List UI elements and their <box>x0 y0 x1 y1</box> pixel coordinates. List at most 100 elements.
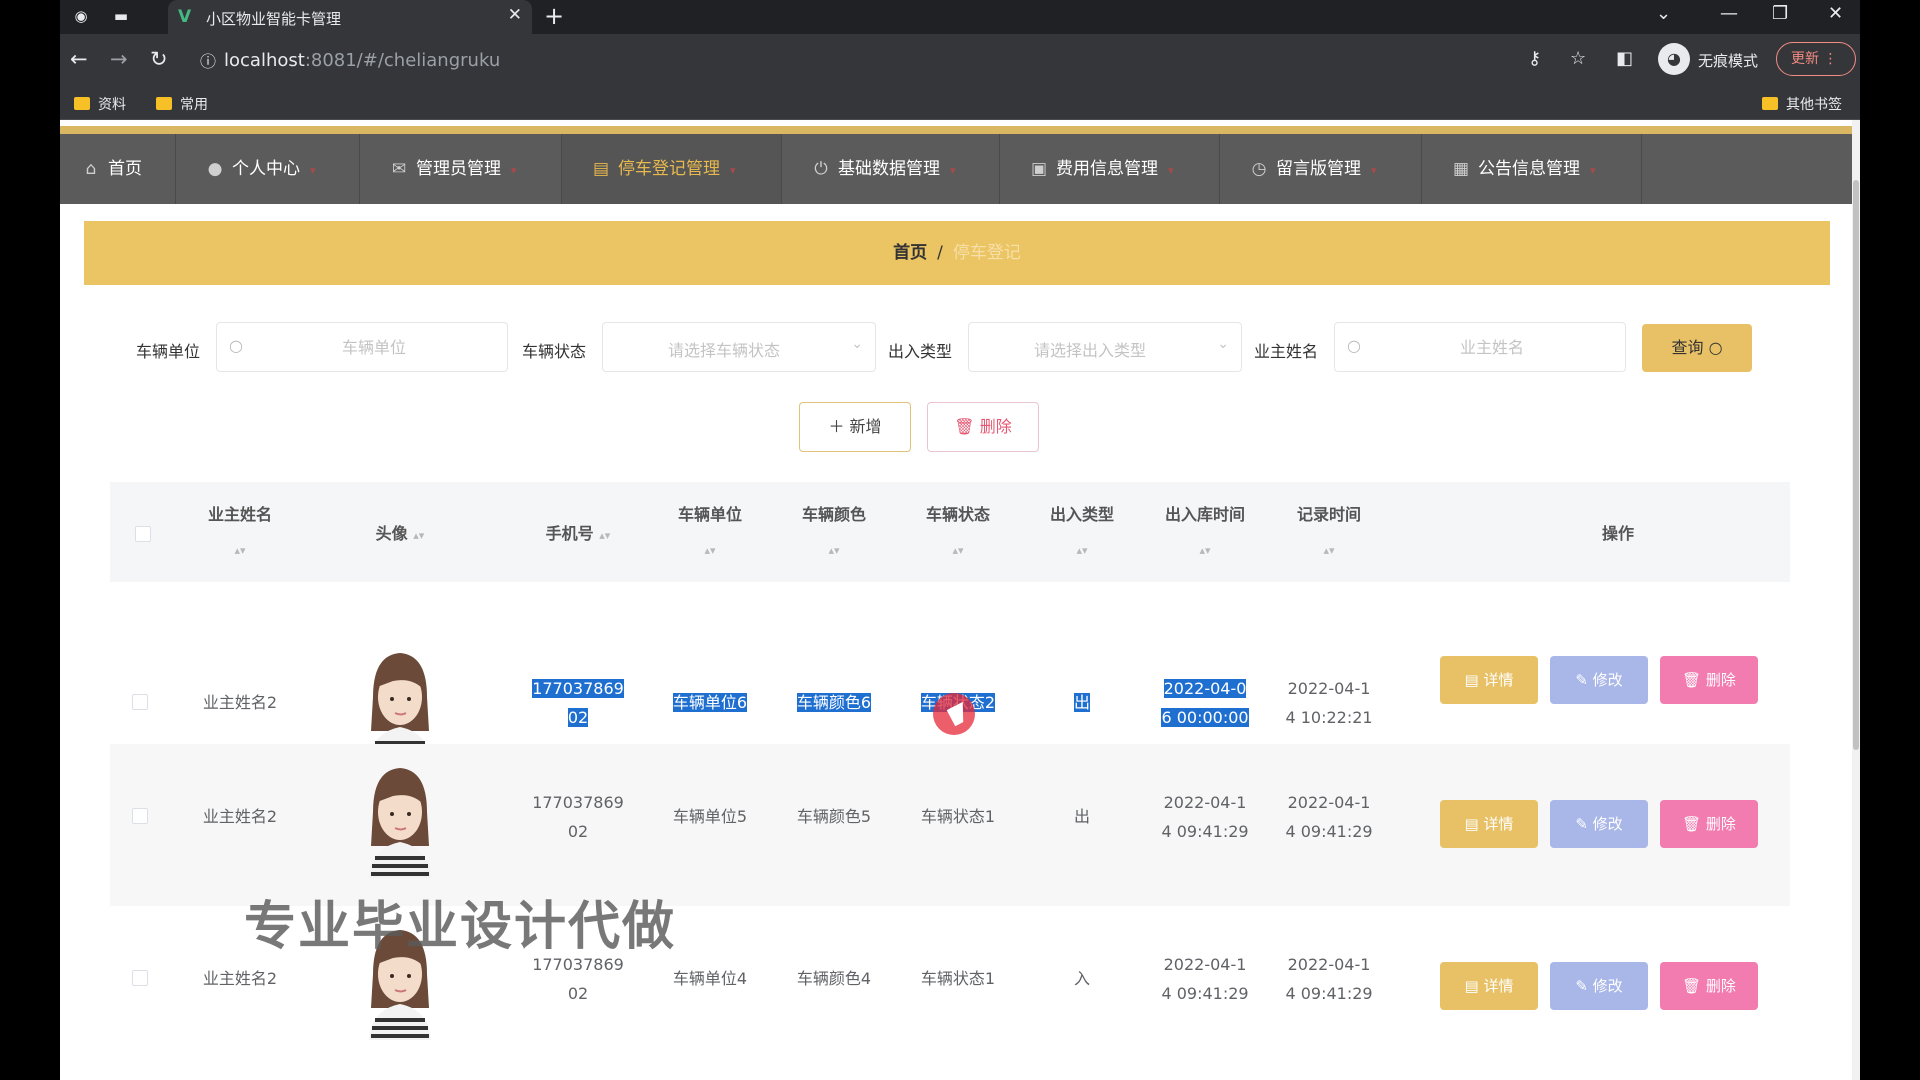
record-time-cell: 2022-04-1 4 09:41:29 <box>1285 793 1373 841</box>
detail-button[interactable]: ▤ 详情 <box>1440 800 1538 848</box>
folder-icon: ▤ <box>592 159 610 179</box>
user-icon: ● <box>207 159 223 179</box>
nav-item-basic-data[interactable]: ⏻ 基础数据管理 ▾ <box>782 134 1000 204</box>
url-text[interactable]: localhost:8081/#/cheliangruku <box>224 50 500 71</box>
window-icon[interactable]: ▬ <box>110 5 132 27</box>
color-cell: 车辆颜色5 <box>796 807 872 826</box>
site-info-icon[interactable]: ⓘ <box>200 48 216 72</box>
io-filter-select[interactable]: 请选择出入类型 ⌄ <box>968 322 1242 372</box>
col-unit[interactable]: 车辆单位 ▴▾ <box>660 498 760 568</box>
mail-icon: ✉ <box>391 159 407 179</box>
nav-item-fees[interactable]: ▣ 费用信息管理 ▾ <box>1000 134 1220 204</box>
vue-logo-icon: V <box>178 7 192 27</box>
col-avatar[interactable]: 头像 ▴▾ <box>340 520 460 544</box>
row-checkbox[interactable] <box>132 694 148 710</box>
owner-cell: 业主姓名2 <box>202 969 278 988</box>
unit-filter-field[interactable]: ○ <box>216 322 508 372</box>
status-cell: 车辆状态1 <box>920 807 996 826</box>
sort-icon[interactable]: ▴▾ <box>952 544 963 557</box>
add-button[interactable]: ＋ 新增 <box>799 402 911 452</box>
nav-item-parking[interactable]: ▤ 停车登记管理 ▾ <box>562 134 782 204</box>
chevron-down-icon: ⌄ <box>1217 336 1229 352</box>
minimize-icon[interactable]: — <box>1720 3 1738 24</box>
nav-item-home[interactable]: ⌂ 首页 <box>60 134 176 204</box>
nav-item-admin[interactable]: ✉ 管理员管理 ▾ <box>360 134 562 204</box>
bookmark-star-icon[interactable]: ☆ <box>1570 48 1586 69</box>
owner-filter-field[interactable]: ○ <box>1334 322 1626 372</box>
bookmark-folder-ziliao[interactable]: 资料 <box>74 94 126 114</box>
new-tab-icon[interactable]: + <box>544 2 564 30</box>
sort-icon[interactable]: ▴▾ <box>1076 544 1087 557</box>
io-time-cell: 2022-04-1 4 09:41:29 <box>1161 955 1249 1003</box>
nav-item-messages[interactable]: ◷ 留言版管理 ▾ <box>1220 134 1422 204</box>
edit-button[interactable]: ✎ 修改 <box>1550 962 1648 1010</box>
edit-button[interactable]: ✎ 修改 <box>1550 800 1648 848</box>
other-bookmarks[interactable]: 其他书签 <box>1762 94 1842 114</box>
col-record-time[interactable]: 记录时间 ▴▾ <box>1274 498 1384 568</box>
io-type-cell: 出 <box>1073 693 1090 712</box>
edit-button[interactable]: ✎ 修改 <box>1550 656 1648 704</box>
col-color[interactable]: 车辆颜色 ▴▾ <box>784 498 884 568</box>
sort-icon[interactable]: ▴▾ <box>1199 544 1210 557</box>
close-tab-icon[interactable]: ✕ <box>508 5 522 25</box>
row-checkbox[interactable] <box>132 970 148 986</box>
batch-delete-button[interactable]: 🗑 删除 <box>927 402 1039 452</box>
breadcrumb-current: 停车登记 <box>952 243 1021 263</box>
nav-item-notices[interactable]: ▦ 公告信息管理 ▾ <box>1422 134 1642 204</box>
home-icon: ⌂ <box>85 159 97 179</box>
browser-toolbar: ← → ↻ ⓘ localhost:8081/#/cheliangruku ⚷ … <box>60 34 1860 86</box>
owner-cell: 业主姓名2 <box>202 693 278 712</box>
delete-button[interactable]: 🗑 删除 <box>1660 800 1758 848</box>
bookmark-folder-changyong[interactable]: 常用 <box>156 94 208 114</box>
scrollbar-thumb[interactable] <box>1853 180 1859 750</box>
detail-button[interactable]: ▤ 详情 <box>1440 962 1538 1010</box>
io-type-cell: 出 <box>1073 807 1090 826</box>
profile-icon[interactable]: ◉ <box>70 5 92 27</box>
col-io-type[interactable]: 出入类型 ▴▾ <box>1032 498 1132 568</box>
io-time-cell: 2022-04-1 4 09:41:29 <box>1161 793 1249 841</box>
back-icon[interactable]: ← <box>70 47 88 71</box>
breadcrumb-home[interactable]: 首页 <box>893 243 927 263</box>
update-button[interactable]: 更新 ⋮ <box>1776 42 1856 76</box>
status-cell: 车辆状态1 <box>920 969 996 988</box>
close-window-icon[interactable]: ✕ <box>1828 3 1843 24</box>
col-phone[interactable]: 手机号 ▴▾ <box>508 520 648 544</box>
nav-item-profile[interactable]: ● 个人中心 ▾ <box>176 134 360 204</box>
table-header: 业主姓名 ▴▾ 头像 ▴▾ 手机号 ▴▾ 车辆单位 ▴▾ 车辆颜色 ▴▾ 车辆状态 ▴▾… <box>110 482 1790 582</box>
forward-icon[interactable]: → <box>110 47 128 71</box>
sort-icon[interactable]: ▴▾ <box>704 544 715 557</box>
col-status[interactable]: 车辆状态 ▴▾ <box>908 498 1008 568</box>
delete-button[interactable]: 🗑 删除 <box>1660 962 1758 1010</box>
color-cell: 车辆颜色4 <box>796 969 872 988</box>
owner-filter-input[interactable] <box>1371 333 1613 361</box>
reload-icon[interactable]: ↻ <box>150 47 168 71</box>
search-icon: ○ <box>229 336 243 355</box>
col-owner[interactable]: 业主姓名 ▴▾ <box>180 498 300 568</box>
breadcrumb: 首页 / 停车登记 <box>84 221 1830 285</box>
trash-icon: 🗑 <box>1682 815 1702 833</box>
incognito-icon[interactable]: ◕ <box>1658 43 1690 75</box>
select-all-checkbox[interactable] <box>135 526 151 542</box>
sidepanel-icon[interactable]: ◧ <box>1616 48 1633 69</box>
folder-icon <box>156 97 172 110</box>
status-filter-select[interactable]: 请选择车辆状态 ⌄ <box>602 322 876 372</box>
sort-icon[interactable]: ▴▾ <box>413 529 424 542</box>
sort-icon[interactable]: ▴▾ <box>828 544 839 557</box>
clock-icon: ◷ <box>1251 159 1267 179</box>
unit-filter-input[interactable] <box>253 333 495 361</box>
key-icon[interactable]: ⚷ <box>1528 48 1541 69</box>
browser-tab[interactable]: V 小区物业智能卡管理 ✕ <box>168 0 532 34</box>
row-checkbox[interactable] <box>132 808 148 824</box>
query-button[interactable]: 查询 ○ <box>1642 324 1752 372</box>
restore-icon[interactable]: ❐ <box>1772 3 1788 24</box>
tab-search-icon[interactable]: ⌄ <box>1656 3 1671 24</box>
sort-icon[interactable]: ▴▾ <box>1323 544 1334 557</box>
document-icon: ▤ <box>1464 815 1479 833</box>
camera-icon: ▣ <box>1030 159 1048 179</box>
col-io-time[interactable]: 出入库时间 ▴▾ <box>1150 498 1260 568</box>
delete-button[interactable]: 🗑 删除 <box>1660 656 1758 704</box>
search-icon: ○ <box>1347 336 1361 355</box>
sort-icon[interactable]: ▴▾ <box>599 529 610 542</box>
sort-icon[interactable]: ▴▾ <box>234 544 245 557</box>
detail-button[interactable]: ▤ 详情 <box>1440 656 1538 704</box>
